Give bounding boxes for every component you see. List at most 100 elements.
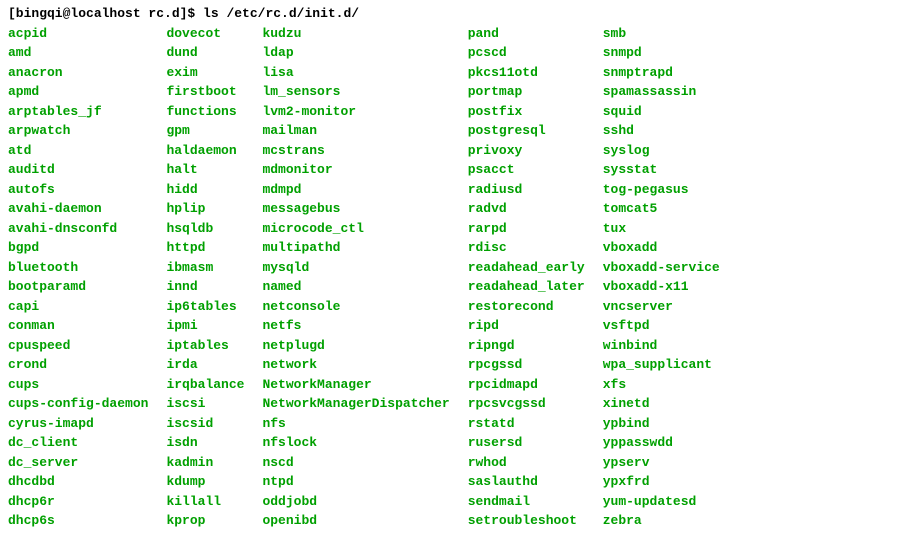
- file-entry: ibmasm: [166, 258, 244, 278]
- file-entry: iscsi: [166, 394, 244, 414]
- file-entry: vsftpd: [603, 316, 720, 336]
- file-entry: haldaemon: [166, 141, 244, 161]
- file-entry: cups: [8, 375, 148, 395]
- file-entry: postgresql: [468, 121, 585, 141]
- file-entry: pcscd: [468, 43, 585, 63]
- file-entry: ntpd: [262, 472, 449, 492]
- file-entry: kdump: [166, 472, 244, 492]
- file-entry: dhcdbd: [8, 472, 148, 492]
- file-entry: mcstrans: [262, 141, 449, 161]
- file-entry: rpcsvcgssd: [468, 394, 585, 414]
- file-entry: atd: [8, 141, 148, 161]
- file-entry: squid: [603, 102, 720, 122]
- file-entry: xinetd: [603, 394, 720, 414]
- prompt-user-host: [bingqi@localhost rc.d]$: [8, 6, 195, 21]
- file-entry: mailman: [262, 121, 449, 141]
- file-entry: snmptrapd: [603, 63, 720, 83]
- file-entry: psacct: [468, 160, 585, 180]
- file-entry: mdmonitor: [262, 160, 449, 180]
- file-entry: dc_client: [8, 433, 148, 453]
- file-entry: lisa: [262, 63, 449, 83]
- file-entry: amd: [8, 43, 148, 63]
- file-entry: vboxadd-service: [603, 258, 720, 278]
- file-entry: sshd: [603, 121, 720, 141]
- file-entry: network: [262, 355, 449, 375]
- file-entry: ip6tables: [166, 297, 244, 317]
- file-entry: auditd: [8, 160, 148, 180]
- file-entry: winbind: [603, 336, 720, 356]
- file-entry: capi: [8, 297, 148, 317]
- file-entry: microcode_ctl: [262, 219, 449, 239]
- file-entry: irqbalance: [166, 375, 244, 395]
- file-entry: nscd: [262, 453, 449, 473]
- file-entry: cyrus-imapd: [8, 414, 148, 434]
- file-entry: readahead_later: [468, 277, 585, 297]
- file-entry: kprop: [166, 511, 244, 531]
- column-1: dovecotdundeximfirstbootfunctionsgpmhald…: [166, 24, 262, 531]
- file-entry: innd: [166, 277, 244, 297]
- file-entry: exim: [166, 63, 244, 83]
- file-entry: arptables_jf: [8, 102, 148, 122]
- file-entry: halt: [166, 160, 244, 180]
- file-entry: nfslock: [262, 433, 449, 453]
- file-entry: acpid: [8, 24, 148, 44]
- column-4: smbsnmpdsnmptrapdspamassassinsquidsshdsy…: [603, 24, 738, 531]
- file-entry: spamassassin: [603, 82, 720, 102]
- file-entry: restorecond: [468, 297, 585, 317]
- file-entry: smb: [603, 24, 720, 44]
- file-entry: radiusd: [468, 180, 585, 200]
- file-entry: NetworkManagerDispatcher: [262, 394, 449, 414]
- file-entry: hplip: [166, 199, 244, 219]
- file-entry: netplugd: [262, 336, 449, 356]
- file-entry: netconsole: [262, 297, 449, 317]
- file-entry: sysstat: [603, 160, 720, 180]
- file-entry: ypxfrd: [603, 472, 720, 492]
- file-entry: hidd: [166, 180, 244, 200]
- terminal-prompt-line: [bingqi@localhost rc.d]$ ls /etc/rc.d/in…: [8, 4, 906, 24]
- file-entry: avahi-daemon: [8, 199, 148, 219]
- file-entry: crond: [8, 355, 148, 375]
- file-entry: mdmpd: [262, 180, 449, 200]
- file-entry: yum-updatesd: [603, 492, 720, 512]
- column-0: acpidamdanacronapmdarptables_jfarpwatcha…: [8, 24, 166, 531]
- file-entry: vncserver: [603, 297, 720, 317]
- file-entry: readahead_early: [468, 258, 585, 278]
- file-entry: firstboot: [166, 82, 244, 102]
- file-entry: yppasswdd: [603, 433, 720, 453]
- file-entry: netfs: [262, 316, 449, 336]
- file-entry: functions: [166, 102, 244, 122]
- file-entry: conman: [8, 316, 148, 336]
- file-entry: rwhod: [468, 453, 585, 473]
- file-entry: postfix: [468, 102, 585, 122]
- file-entry: named: [262, 277, 449, 297]
- file-entry: hsqldb: [166, 219, 244, 239]
- file-entry: radvd: [468, 199, 585, 219]
- file-entry: arpwatch: [8, 121, 148, 141]
- file-entry: dhcp6s: [8, 511, 148, 531]
- file-entry: bluetooth: [8, 258, 148, 278]
- file-entry: portmap: [468, 82, 585, 102]
- file-entry: rusersd: [468, 433, 585, 453]
- file-entry: rarpd: [468, 219, 585, 239]
- file-entry: irda: [166, 355, 244, 375]
- file-entry: openibd: [262, 511, 449, 531]
- file-entry: dund: [166, 43, 244, 63]
- file-entry: vboxadd-x11: [603, 277, 720, 297]
- file-entry: sendmail: [468, 492, 585, 512]
- file-entry: dc_server: [8, 453, 148, 473]
- file-entry: pand: [468, 24, 585, 44]
- file-entry: avahi-dnsconfd: [8, 219, 148, 239]
- file-entry: autofs: [8, 180, 148, 200]
- file-entry: xfs: [603, 375, 720, 395]
- file-entry: setroubleshoot: [468, 511, 585, 531]
- file-entry: rpcidmapd: [468, 375, 585, 395]
- column-3: pandpcscdpkcs11otdportmappostfixpostgres…: [468, 24, 603, 531]
- ls-output: acpidamdanacronapmdarptables_jfarpwatcha…: [8, 24, 906, 531]
- file-entry: bgpd: [8, 238, 148, 258]
- file-entry: messagebus: [262, 199, 449, 219]
- file-entry: anacron: [8, 63, 148, 83]
- file-entry: rstatd: [468, 414, 585, 434]
- file-entry: cpuspeed: [8, 336, 148, 356]
- file-entry: ripd: [468, 316, 585, 336]
- file-entry: rpcgssd: [468, 355, 585, 375]
